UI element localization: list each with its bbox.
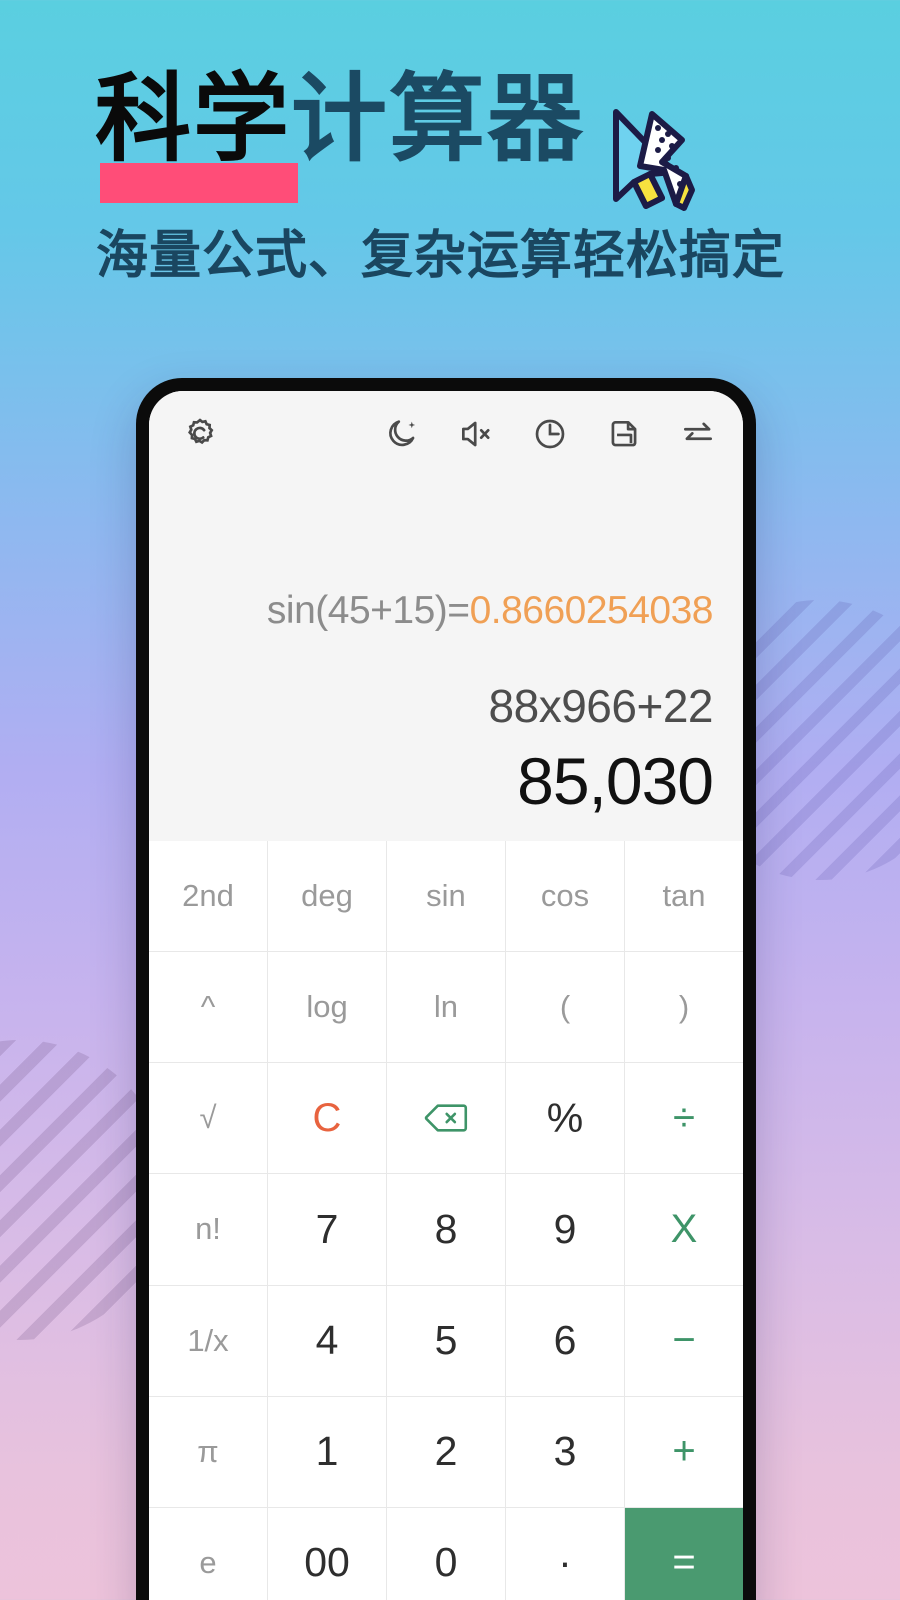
key-percent[interactable]: % bbox=[506, 1063, 624, 1174]
key-cos[interactable]: cos bbox=[506, 841, 624, 952]
page-title: 科学计算器 bbox=[95, 68, 585, 203]
key-multiply[interactable]: X bbox=[625, 1174, 743, 1285]
key-plus[interactable]: + bbox=[625, 1396, 743, 1507]
key-5[interactable]: 5 bbox=[387, 1285, 505, 1396]
key-8[interactable]: 8 bbox=[387, 1174, 505, 1285]
gear-icon[interactable] bbox=[181, 415, 219, 453]
history-expression: sin(45+15)= bbox=[266, 589, 470, 632]
key-double-zero[interactable]: 00 bbox=[268, 1507, 386, 1600]
key-7[interactable]: 7 bbox=[268, 1174, 386, 1285]
backspace-icon bbox=[424, 1103, 468, 1133]
key-reciprocal[interactable]: 1/x bbox=[149, 1285, 267, 1396]
key-2nd[interactable]: 2nd bbox=[149, 841, 267, 952]
calculator-display: sin(45+15)=0.8660254038 88x966+22 85,030 bbox=[149, 477, 743, 841]
convert-icon[interactable] bbox=[679, 415, 717, 453]
key-power[interactable]: ^ bbox=[149, 952, 267, 1063]
key-ln[interactable]: ln bbox=[387, 952, 505, 1063]
save-icon[interactable] bbox=[605, 415, 643, 453]
key-equals[interactable]: = bbox=[625, 1507, 743, 1600]
key-log[interactable]: log bbox=[268, 952, 386, 1063]
sound-off-icon[interactable] bbox=[457, 415, 495, 453]
cursor-arrow-icon bbox=[596, 104, 696, 214]
app-toolbar bbox=[149, 391, 743, 477]
history-icon[interactable] bbox=[531, 415, 569, 453]
key-e[interactable]: e bbox=[149, 1507, 267, 1600]
key-decimal[interactable]: · bbox=[506, 1507, 624, 1600]
key-6[interactable]: 6 bbox=[506, 1285, 624, 1396]
history-line: sin(45+15)=0.8660254038 bbox=[266, 589, 714, 633]
key-close-paren[interactable]: ) bbox=[625, 952, 743, 1063]
key-factorial[interactable]: n! bbox=[149, 1174, 267, 1285]
key-divide[interactable]: ÷ bbox=[625, 1063, 743, 1174]
history-result: 0.8660254038 bbox=[469, 589, 714, 632]
night-mode-icon[interactable] bbox=[383, 415, 421, 453]
phone-screen: sin(45+15)=0.8660254038 88x966+22 85,030… bbox=[149, 391, 743, 1600]
toolbar-actions bbox=[383, 415, 717, 453]
key-pi[interactable]: π bbox=[149, 1396, 267, 1507]
calculator-keypad: 2nd deg sin cos tan ^ log ln() √ C% ÷ n! 7 8 9 X 1/x 4 5 6−… bbox=[149, 841, 743, 1600]
current-result: 85,030 bbox=[517, 744, 714, 818]
key-clear[interactable]: C bbox=[268, 1063, 386, 1174]
current-expression: 88x966+22 bbox=[488, 680, 714, 732]
phone-mockup: sin(45+15)=0.8660254038 88x966+22 85,030… bbox=[136, 378, 756, 1600]
key-sin[interactable]: sin bbox=[387, 841, 505, 952]
key-1[interactable]: 1 bbox=[268, 1396, 386, 1507]
key-minus[interactable]: − bbox=[625, 1285, 743, 1396]
key-3[interactable]: 3 bbox=[506, 1396, 624, 1507]
title-segment-dark: 科学 bbox=[95, 66, 291, 173]
key-0[interactable]: 0 bbox=[387, 1507, 505, 1600]
key-9[interactable]: 9 bbox=[506, 1174, 624, 1285]
hero-subtitle: 海量公式、复杂运算轻松搞定 bbox=[96, 228, 786, 285]
key-backspace[interactable] bbox=[387, 1063, 505, 1174]
title-segment-navy: 计算器 bbox=[291, 66, 585, 173]
key-open-paren[interactable]: ( bbox=[506, 952, 624, 1063]
key-sqrt[interactable]: √ bbox=[149, 1063, 267, 1174]
title-text: 科学计算器 bbox=[95, 68, 585, 172]
key-2[interactable]: 2 bbox=[387, 1396, 505, 1507]
key-tan[interactable]: tan bbox=[625, 841, 743, 952]
hero-banner: 科学计算器 海量公式、复杂运算轻松搞定 bbox=[0, 0, 900, 330]
key-deg[interactable]: deg bbox=[268, 841, 386, 952]
key-4[interactable]: 4 bbox=[268, 1285, 386, 1396]
